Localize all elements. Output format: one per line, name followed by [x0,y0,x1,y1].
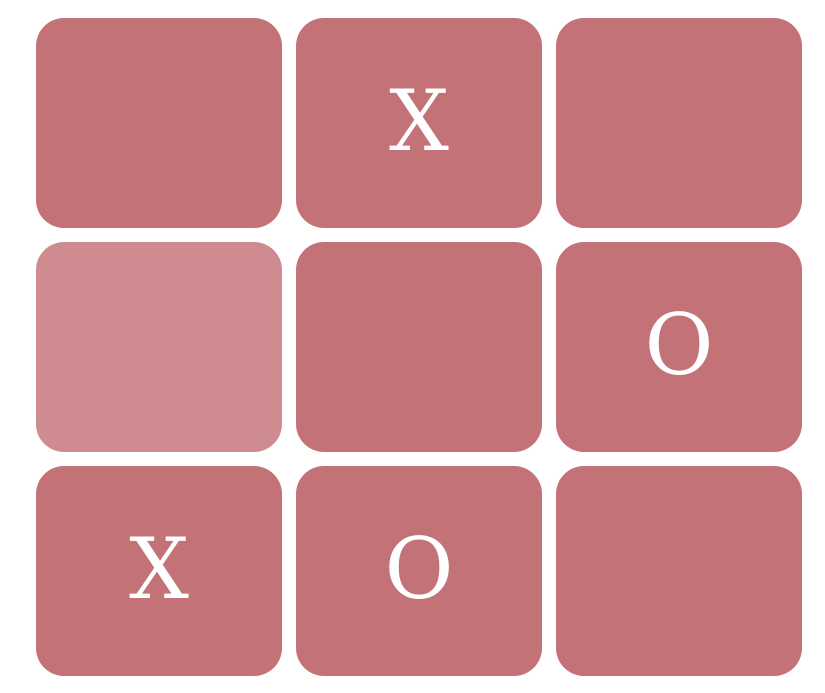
cell-r2-c1[interactable] [36,242,282,452]
cell-mark: X [389,72,449,170]
cell-r2-c3[interactable]: O [556,242,802,452]
cell-r3-c2[interactable]: O [296,466,542,676]
cell-mark: O [384,520,454,618]
cell-r2-c2[interactable] [296,242,542,452]
cell-r3-c1[interactable]: X [36,466,282,676]
cell-r1-c3[interactable] [556,18,802,228]
cell-r1-c1[interactable] [36,18,282,228]
tic-tac-toe-board: X O X O [36,18,803,677]
cell-mark: X [129,520,189,618]
cell-r1-c2[interactable]: X [296,18,542,228]
cell-mark: O [644,296,714,394]
cell-r3-c3[interactable] [556,466,802,676]
